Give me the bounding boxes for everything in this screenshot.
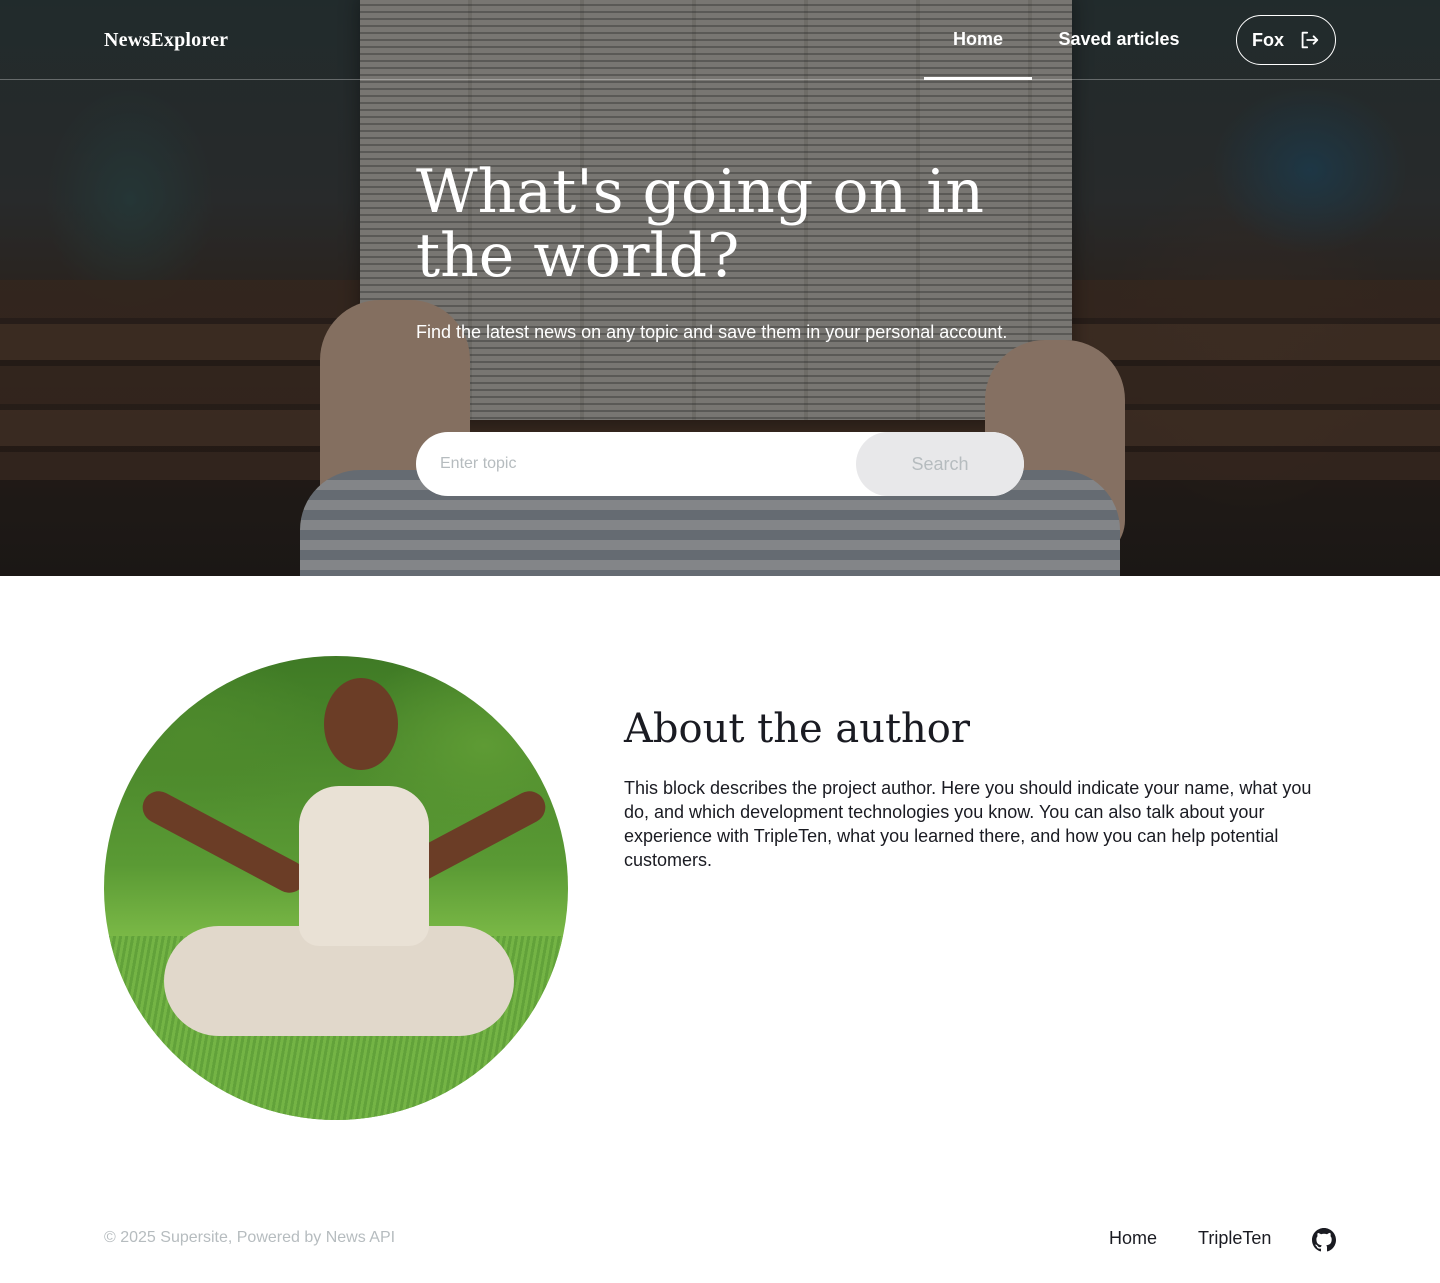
about-text: This block describes the project author.… bbox=[624, 778, 1312, 870]
footer-tripleten-link[interactable]: TripleTen bbox=[1198, 1228, 1271, 1249]
github-icon[interactable] bbox=[1312, 1228, 1336, 1252]
hero-subtitle: Find the latest news on any topic and sa… bbox=[416, 322, 1008, 342]
site-logo[interactable]: NewsExplorer bbox=[104, 29, 228, 52]
search-form: Search bbox=[416, 432, 1024, 496]
user-name: Fox bbox=[1251, 29, 1284, 50]
author-photo-arm bbox=[137, 785, 311, 899]
search-input[interactable] bbox=[416, 432, 856, 496]
about-title: About the author bbox=[624, 706, 970, 752]
site-header: NewsExplorer Home Saved articles Fox bbox=[0, 0, 1440, 80]
footer-home-link[interactable]: Home bbox=[1109, 1228, 1157, 1249]
logout-icon bbox=[1301, 31, 1319, 49]
nav-home-link[interactable]: Home bbox=[924, 0, 1032, 80]
hero-title: What's going on in the world? bbox=[416, 157, 985, 291]
nav-saved-articles-link[interactable]: Saved articles bbox=[1048, 0, 1190, 80]
search-button[interactable]: Search bbox=[856, 432, 1024, 496]
hero-section: NewsExplorer Home Saved articles Fox Wha… bbox=[0, 0, 1440, 576]
logout-button[interactable]: Fox bbox=[1236, 15, 1336, 65]
author-photo-body bbox=[299, 786, 429, 946]
author-photo bbox=[104, 656, 568, 1120]
footer-copyright: © 2025 Supersite, Powered by News API bbox=[104, 1229, 396, 1246]
author-photo-head bbox=[324, 678, 398, 770]
